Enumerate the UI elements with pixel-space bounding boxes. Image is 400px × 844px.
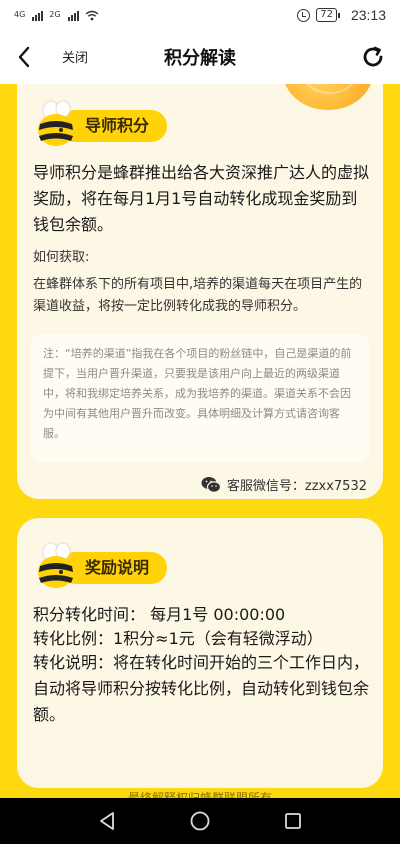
conversion-explanation: 转化说明：将在转化时间开始的三个工作日内，自动将导师积分按转化比例，自动转化到钱… [33,653,370,724]
page-title: 积分解读 [164,48,236,69]
network-type-2: 2G [49,10,61,19]
system-home-button[interactable] [180,801,220,841]
note-box: 注：“培养的渠道”指我在各个项目的粉丝链中，自己是渠道的前提下，当用户晋升渠道，… [31,334,369,462]
refresh-button[interactable] [358,42,388,72]
conversion-time: 积分转化时间： 每月1号 00:00:00 [33,605,286,624]
reward-info-badge: 奖励说明 [31,542,168,588]
how-to-get-title: 如何获取: [33,250,90,265]
mentor-points-description: 导师积分是蜂群推出给各大资深推广达人的虚拟奖励，将在每月1月1号自动转化成现金奖… [33,163,370,234]
how-to-get-body: 在蜂群体系下的所有项目中,培养的渠道每天在项目产生的渠道收益，将按一定比例转化成… [33,277,363,314]
battery-indicator: 72 [316,8,340,22]
wechat-label: 客服微信号：zzxx7532 [226,479,367,494]
bee-icon [38,542,74,588]
triangle-back-icon [99,812,114,830]
system-back-button[interactable] [87,801,127,841]
bee-icon [38,100,74,146]
coin-decoration-icon [283,84,373,110]
chevron-left-icon [18,46,30,68]
network-type-1: 4G [14,10,26,19]
square-recents-icon [285,813,302,829]
back-button[interactable] [6,38,42,76]
conversion-ratio: 转化比例：1积分≈1元（会有轻微浮动） [33,629,323,648]
close-button[interactable]: 关闭 [62,47,88,66]
signal-icon-2 [67,9,79,21]
customer-service-wechat[interactable]: 客服微信号：zzxx7532 [201,475,367,494]
circle-home-icon [190,811,210,831]
mentor-points-card: 导师积分 导师积分是蜂群推出给各大资深推广达人的虚拟奖励，将在每月1月1号自动转… [17,84,383,499]
alarm-icon [297,8,311,22]
status-right: 72 23:13 [297,7,386,23]
system-navigation-bar [0,798,400,844]
mentor-points-badge: 导师积分 [31,100,168,146]
status-time: 23:13 [350,7,386,23]
system-recents-button[interactable] [273,801,313,841]
status-bar: 4G 2G 72 23:13 [0,0,400,30]
wifi-icon [85,10,99,20]
navbar: 关闭 积分解读 [0,30,400,84]
wechat-icon [201,476,221,493]
content-area[interactable]: 导师积分 导师积分是蜂群推出给各大资深推广达人的虚拟奖励，将在每月1月1号自动转… [0,84,400,798]
reward-info-card: 奖励说明 积分转化时间： 每月1号 00:00:00 转化比例：1积分≈1元（会… [17,518,383,788]
footer-disclaimer: 最终解释权归蜂群联盟所有 [127,791,272,798]
refresh-icon [363,46,383,67]
signal-icon [32,9,44,21]
status-left: 4G 2G [14,9,99,21]
